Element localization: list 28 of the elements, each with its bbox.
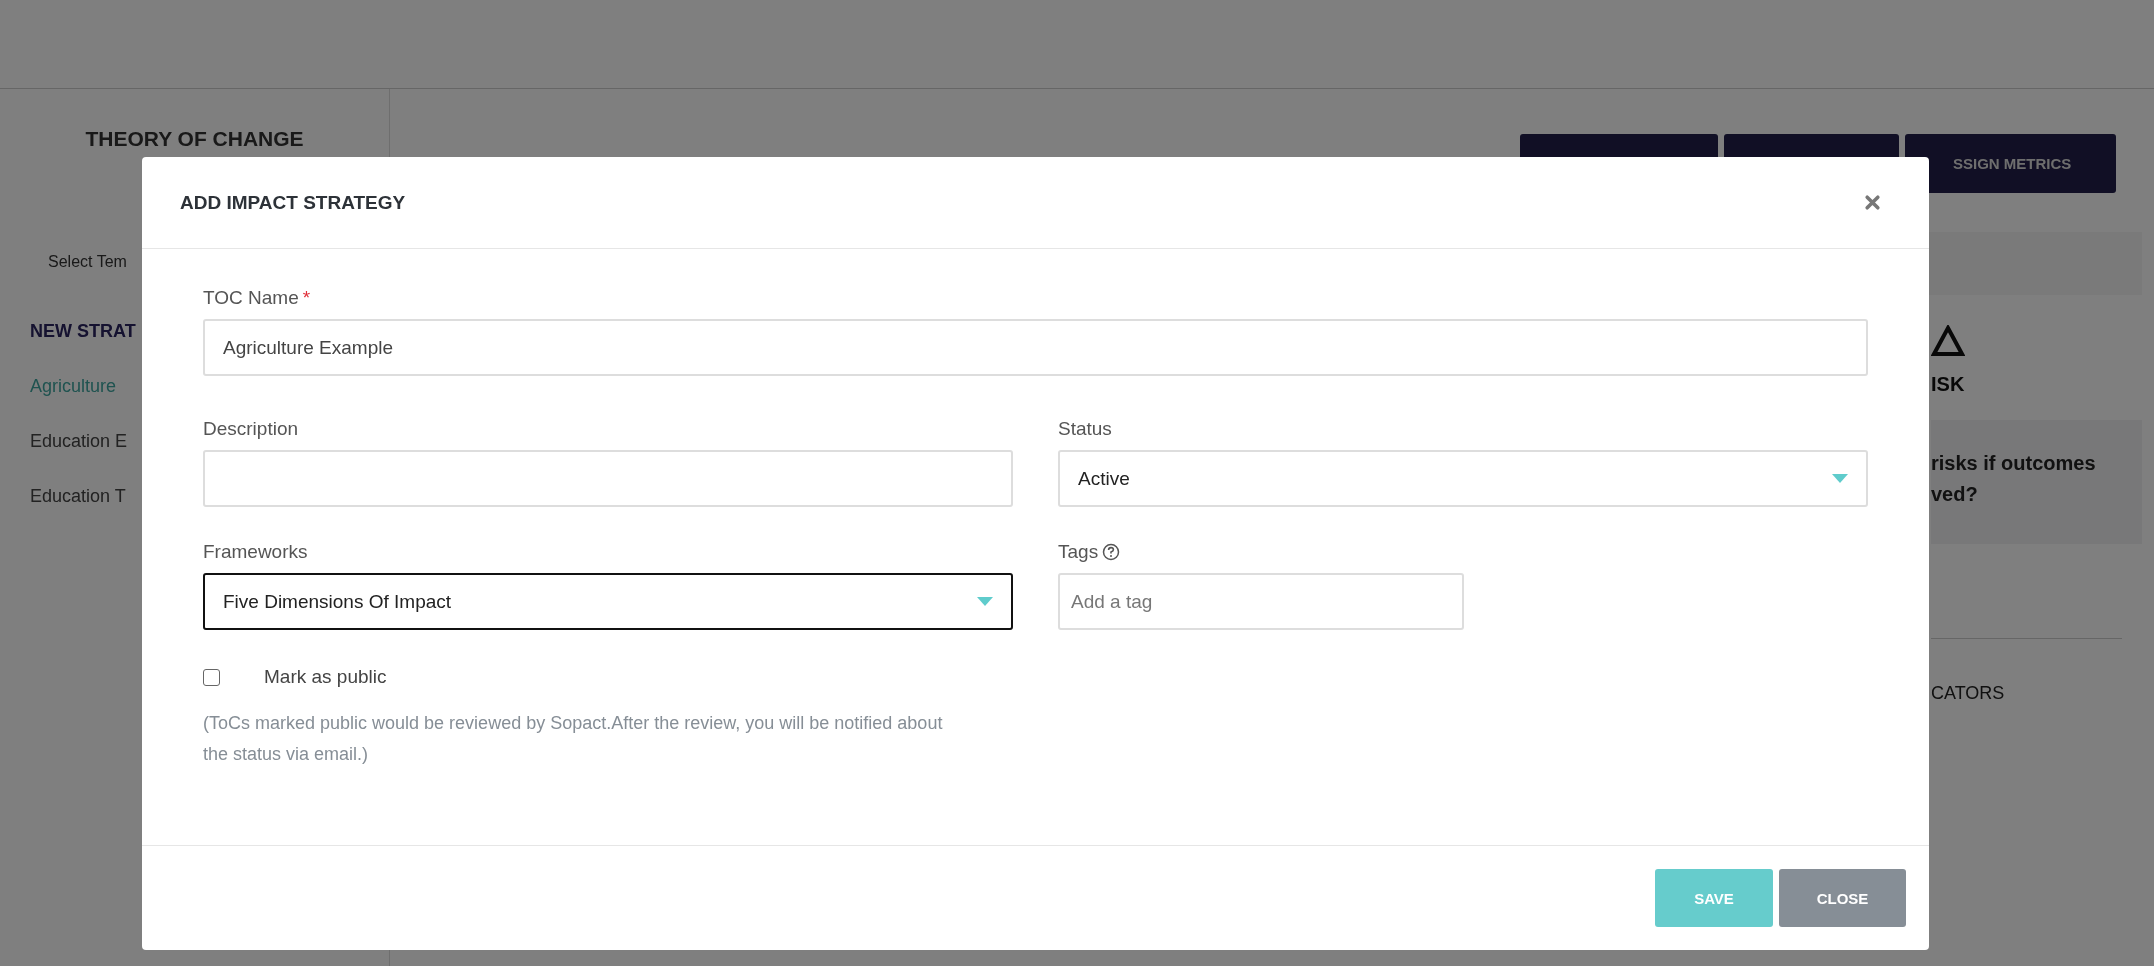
field-label: Frameworks xyxy=(203,541,308,563)
toc-name-field[interactable]: Agriculture Example xyxy=(203,319,1868,376)
field-label: Status xyxy=(1058,418,1112,440)
tag-input-field[interactable]: Add a tag xyxy=(1058,573,1464,630)
help-icon[interactable] xyxy=(1102,543,1121,561)
caret-icon xyxy=(1832,473,1848,484)
template-label: Select Tem xyxy=(48,253,128,271)
required-mark: * xyxy=(302,287,311,309)
indicators-label: CATORS xyxy=(1931,683,2006,704)
sidebar-title: THEORY OF CHANGE xyxy=(84,127,305,151)
checkbox-label: Mark as public xyxy=(264,666,387,688)
assign-metrics-button[interactable]: SSIGN METRICS xyxy=(1905,134,2116,193)
close-icon[interactable] xyxy=(1864,194,1881,211)
risk-label: ISK xyxy=(1931,373,1966,396)
field-label: Description xyxy=(203,418,299,440)
frameworks-dropdown[interactable]: Five Dimensions Of Impact xyxy=(203,573,1013,630)
modal-title: ADD IMPACT STRATEGY xyxy=(180,191,406,214)
triangle-icon xyxy=(1931,325,1965,357)
field-label: TOC Name xyxy=(203,287,299,309)
question-text: risks if outcomes xyxy=(1931,451,2097,476)
caret-icon xyxy=(977,596,993,607)
status-dropdown[interactable]: Active xyxy=(1058,450,1868,507)
checkbox[interactable] xyxy=(203,668,220,686)
question-text: ved? xyxy=(1931,482,1979,507)
section-title: NEW STRAT xyxy=(30,321,137,342)
field-label: Tags xyxy=(1058,541,1099,563)
note-text: (ToCs marked public would be reviewed by Sopact.After the review, you will be notified about the status via email.) xyxy=(203,712,944,766)
description-field[interactable] xyxy=(203,450,1013,507)
